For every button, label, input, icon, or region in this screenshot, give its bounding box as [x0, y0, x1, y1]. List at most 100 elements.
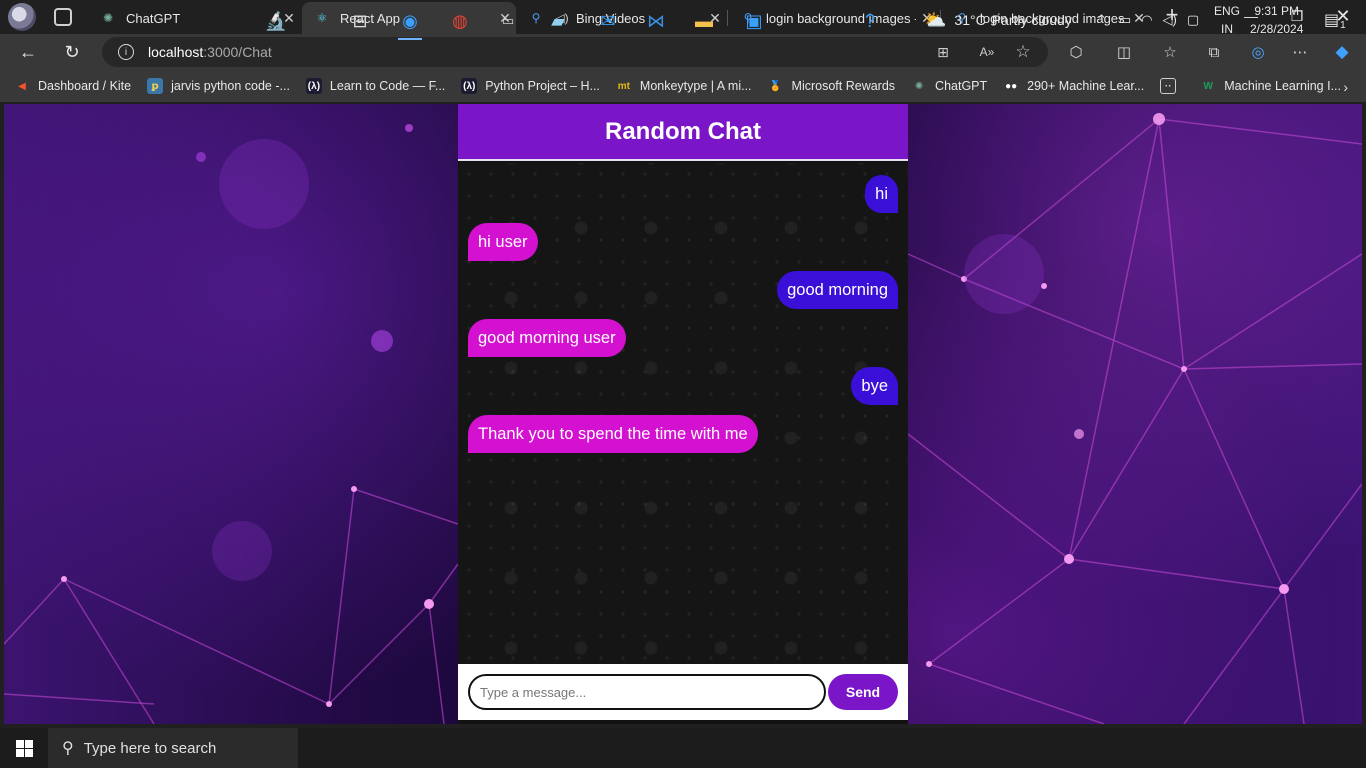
start-button[interactable]: [0, 728, 48, 768]
bookmark-jarvis[interactable]: ꝑ jarvis python code -...: [147, 78, 290, 94]
message-row: hi: [458, 175, 908, 213]
url-path: :3000/Chat: [203, 44, 272, 60]
weather-temperature: 31°C: [954, 12, 986, 28]
refresh-icon[interactable]: ↻: [58, 38, 86, 66]
bookmark-kite[interactable]: ◀ Dashboard / Kite: [14, 78, 131, 94]
copilot-icon[interactable]: ◆: [1332, 42, 1352, 62]
language-code: ENG: [1214, 4, 1241, 18]
extensions-icon[interactable]: ⬡: [1066, 42, 1086, 62]
send-button[interactable]: Send: [828, 674, 898, 710]
more-menu-icon[interactable]: ⋯: [1290, 42, 1310, 62]
weather-widget[interactable]: ⛅ 31°C Partly cloudy: [924, 0, 1072, 40]
w-logo-icon: W: [1203, 80, 1213, 92]
collections-icon[interactable]: ⧉: [1204, 42, 1224, 62]
search-highlight-icon[interactable]: 🔬: [256, 4, 296, 38]
url-host: localhost: [148, 44, 204, 60]
received-message-bubble: hi user: [468, 223, 538, 261]
calendar-icon: ··: [1160, 78, 1177, 94]
volume-icon[interactable]: ◁): [1163, 12, 1177, 28]
help-icon[interactable]: ?: [850, 4, 890, 38]
message-row: hi user: [458, 223, 908, 261]
split-screen-icon[interactable]: ◫: [1114, 42, 1134, 62]
bookmark-monkeytype[interactable]: mt Monkeytype | A mi...: [616, 78, 752, 94]
task-view-icon[interactable]: ⊟: [340, 4, 380, 38]
mail-icon[interactable]: ✉: [588, 4, 628, 38]
notification-count-badge: 1: [1340, 19, 1346, 31]
bookmark-label: jarvis python code -...: [171, 79, 290, 93]
python-icon: ꝑ: [147, 78, 164, 94]
clock[interactable]: 9:31 PM 2/28/2024: [1250, 0, 1314, 40]
chat-window: Random Chat hi hi user good morning good…: [458, 104, 908, 724]
sent-message-bubble: bye: [851, 367, 898, 405]
favorites-icon[interactable]: ☆: [1160, 42, 1180, 62]
bookmark-label: 290+ Machine Lear...: [1027, 79, 1145, 93]
address-bar[interactable]: i localhost:3000/Chat ⊞ A» ☆: [102, 37, 1048, 67]
chevron-right-icon[interactable]: ›: [1343, 79, 1348, 95]
edge-browser-icon[interactable]: ◉: [390, 4, 430, 40]
chatgpt-icon: ✺: [102, 11, 114, 25]
bookmark-label: ChatGPT: [935, 79, 988, 93]
edge-bar-icon[interactable]: ◎: [1248, 42, 1268, 62]
windows-logo-icon: [15, 739, 33, 757]
bookmark-learn-to-code[interactable]: (λ) Learn to Code — F...: [305, 78, 446, 94]
received-message-bubble: good morning user: [468, 319, 626, 357]
back-arrow-icon[interactable]: ←: [14, 38, 42, 66]
react-icon: ⚛: [316, 11, 328, 25]
partly-cloudy-icon: ⛅: [924, 9, 947, 30]
profile-avatar[interactable]: [8, 3, 36, 31]
wifi-icon[interactable]: ◠: [1141, 12, 1152, 28]
notes-app-icon[interactable]: ▰: [538, 4, 578, 38]
system-tray: ⌃ ▭ ◠ ◁) ▢: [1096, 0, 1199, 40]
windows-taskbar: ⚲ Type here to search: [0, 728, 1366, 768]
message-row: Thank you to spend the time with me: [458, 415, 908, 453]
meet-now-icon[interactable]: ▢: [1187, 12, 1199, 28]
tab-title: login background images -: [766, 10, 916, 26]
bookmark-label: Monkeytype | A mi...: [639, 79, 752, 93]
freecodecamp-icon: (λ): [461, 78, 478, 94]
site-info-icon[interactable]: i: [118, 44, 134, 60]
chat-header: Random Chat: [458, 104, 908, 161]
weather-condition: Partly cloudy: [991, 12, 1072, 28]
read-aloud-icon[interactable]: A»: [978, 43, 996, 61]
bookmark-machine-learning[interactable]: W Machine Learning I...: [1200, 78, 1341, 94]
bookmark-label: Python Project – H...: [485, 79, 600, 93]
chrome-icon[interactable]: ◍: [440, 4, 480, 38]
favorite-star-icon[interactable]: ☆: [1014, 42, 1032, 61]
bookmarks-bar: ◀ Dashboard / Kite ꝑ jarvis python code -.…: [0, 70, 1366, 102]
workspaces-icon[interactable]: [54, 8, 72, 26]
search-placeholder: Type here to search: [83, 739, 217, 757]
region-code: IN: [1221, 22, 1233, 36]
notification-center[interactable]: ▤ 1: [1324, 0, 1346, 40]
sent-message-bubble: hi: [865, 175, 898, 213]
file-explorer-icon[interactable]: ▬: [684, 4, 724, 38]
message-input[interactable]: [468, 674, 826, 710]
photos-icon[interactable]: ▣: [734, 4, 774, 38]
bookmark-label: Machine Learning I...: [1224, 79, 1342, 93]
message-row: bye: [458, 367, 908, 405]
vscode-icon[interactable]: ⋈: [636, 4, 676, 38]
message-composer: Send: [458, 664, 908, 720]
language-indicator[interactable]: ENG IN: [1214, 0, 1248, 40]
sent-message-bubble: good morning: [777, 271, 898, 309]
bookmark-microsoft-rewards[interactable]: 🏅 Microsoft Rewards: [768, 78, 896, 94]
message-list[interactable]: hi hi user good morning good morning use…: [458, 163, 908, 664]
bookmark-label: Microsoft Rewards: [791, 79, 896, 93]
page-viewport: Random Chat hi hi user good morning good…: [4, 104, 1362, 724]
monkeytype-icon: mt: [617, 80, 631, 92]
bookmark-calendar[interactable]: ··: [1160, 78, 1184, 94]
battery-icon[interactable]: ▭: [1119, 12, 1131, 28]
app-available-icon[interactable]: ⊞: [934, 43, 952, 61]
bookmark-machine-learning-290[interactable]: ●● 290+ Machine Lear...: [1003, 78, 1144, 94]
bookmark-label: Learn to Code — F...: [329, 79, 446, 93]
taskbar-search-box[interactable]: ⚲ Type here to search: [48, 728, 298, 768]
bookmark-python-project[interactable]: (λ) Python Project – H...: [461, 78, 600, 94]
bookmark-chatgpt[interactable]: ✺ ChatGPT: [911, 78, 987, 94]
chevron-up-icon[interactable]: ⌃: [1096, 12, 1107, 28]
search-icon: ⚲: [62, 740, 74, 757]
chatgpt-icon: ✺: [914, 80, 924, 92]
chat-title: Random Chat: [605, 117, 761, 145]
clock-date: 2/28/2024: [1250, 22, 1304, 36]
received-message-bubble: Thank you to spend the time with me: [468, 415, 758, 453]
clock-time: 9:31 PM: [1254, 4, 1300, 18]
terminal-icon[interactable]: ▭: [488, 4, 528, 38]
